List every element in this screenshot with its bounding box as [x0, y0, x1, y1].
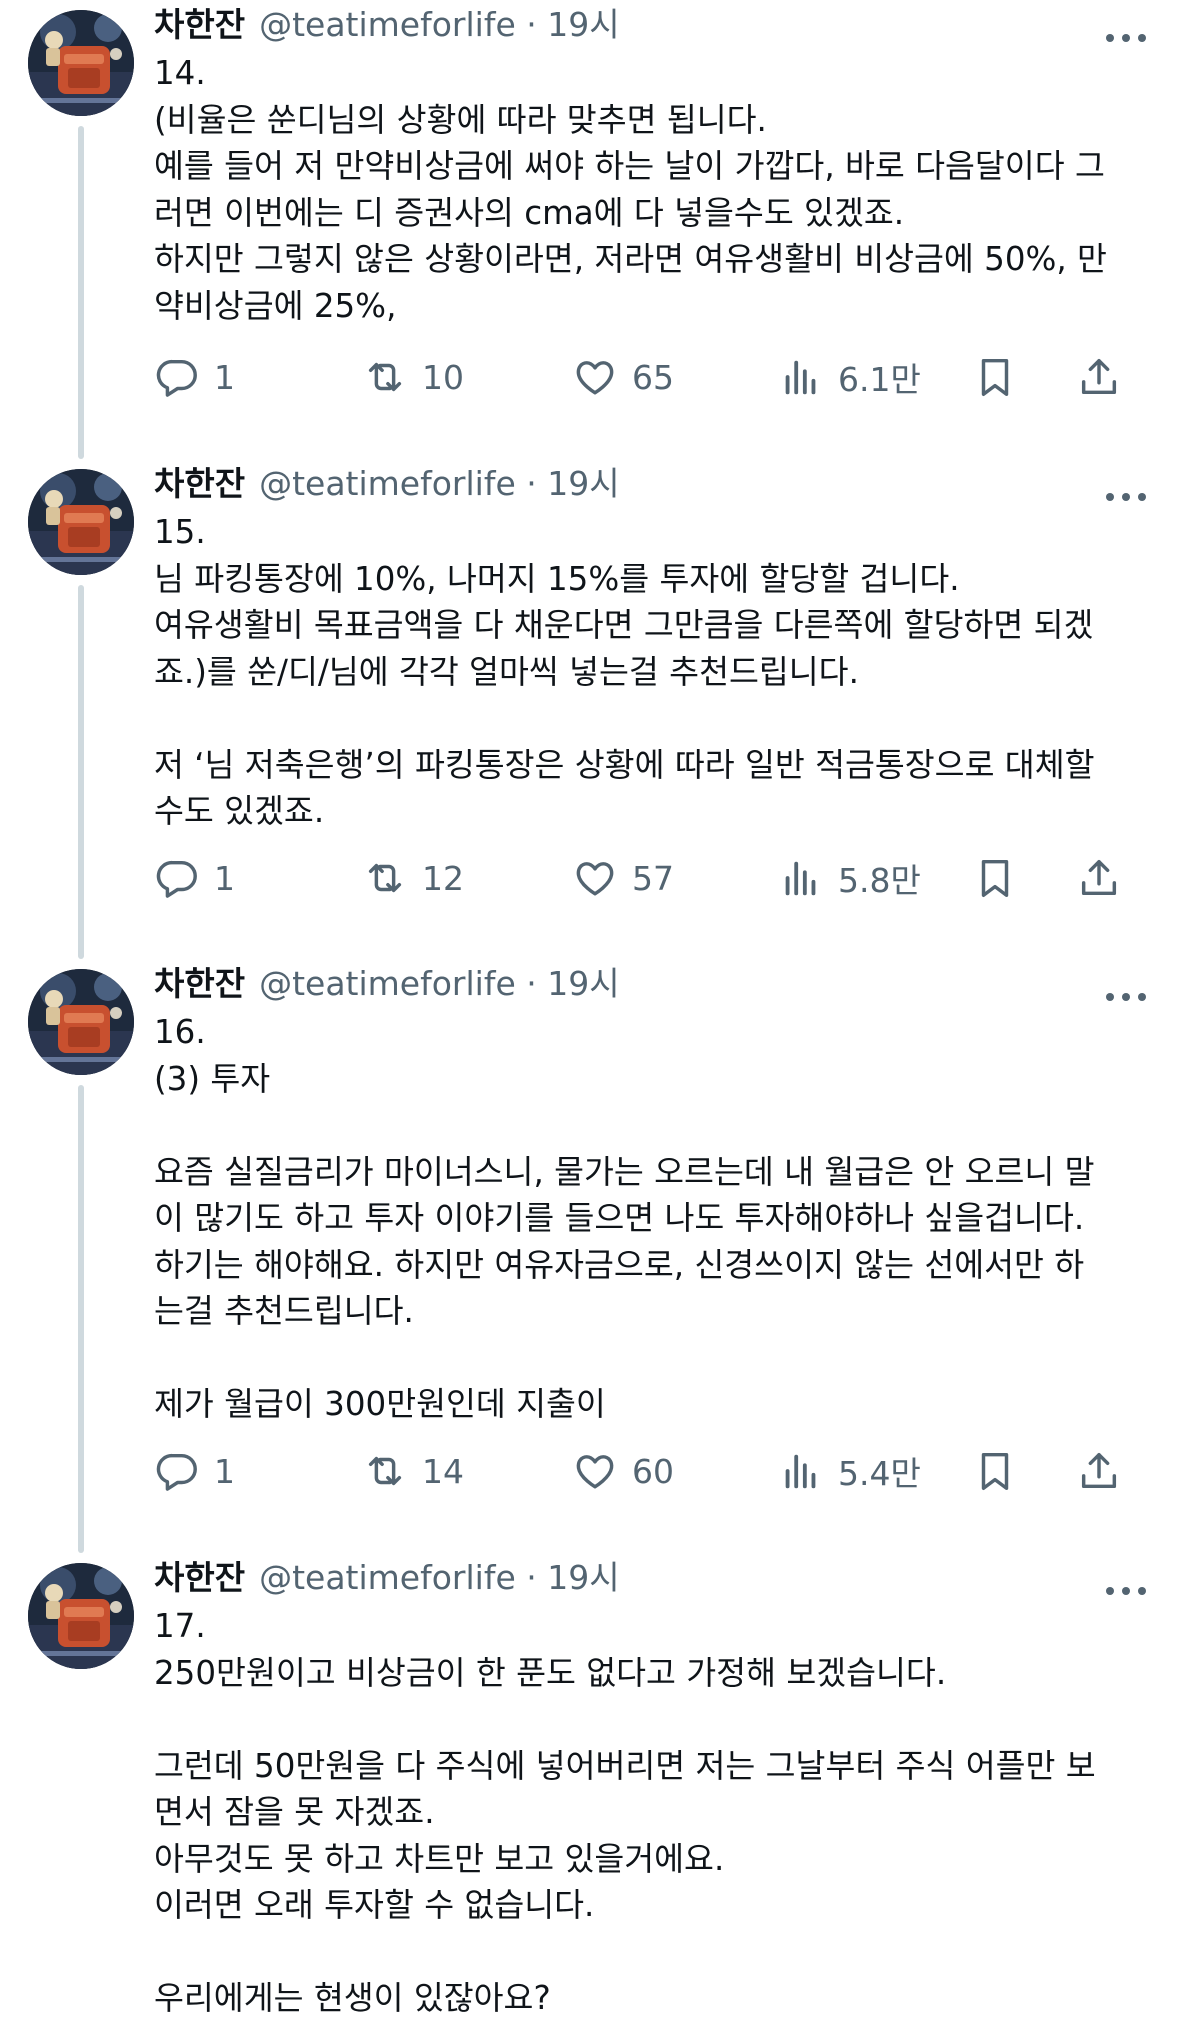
share-button[interactable]	[1076, 850, 1122, 906]
tweet-content: 차한잔 @teatimeforlife · 19시 15. 님 파킹통장에 10%…	[154, 459, 1149, 900]
retweet-icon	[362, 1448, 408, 1494]
share-button[interactable]	[1076, 1443, 1122, 1499]
author-handle[interactable]: @teatimeforlife	[259, 5, 516, 44]
bookmark-icon	[972, 1448, 1018, 1494]
separator-dot: ·	[515, 964, 548, 1003]
author-handle[interactable]: @teatimeforlife	[259, 1558, 516, 1597]
tweet-header: 차한잔 @teatimeforlife · 19시	[154, 1553, 1149, 1603]
author-name[interactable]: 차한잔	[154, 964, 245, 1003]
tweet-text: 16. (3) 투자 요즘 실질금리가 마이너스니, 물가는 오르는데 내 월급…	[154, 1013, 1095, 1423]
separator-dot: ·	[515, 1558, 548, 1597]
retweet-icon	[362, 855, 408, 901]
reply-count: 1	[214, 858, 235, 898]
retweet-button[interactable]: 12	[362, 850, 464, 906]
separator-dot: ·	[515, 464, 548, 503]
avatar[interactable]	[28, 469, 134, 575]
bookmark-icon	[972, 855, 1018, 901]
bookmark-button[interactable]	[972, 349, 1018, 405]
views-button[interactable]: 6.1만	[778, 349, 921, 405]
author-name[interactable]: 차한잔	[154, 1558, 245, 1597]
bookmark-icon	[972, 354, 1018, 400]
reply-button[interactable]: 1	[154, 349, 235, 405]
tweet-header: 차한잔 @teatimeforlife · 19시	[154, 959, 1149, 1009]
retweet-button[interactable]: 14	[362, 1443, 464, 1499]
share-icon	[1076, 354, 1122, 400]
reply-count: 1	[214, 357, 235, 397]
share-icon	[1076, 1448, 1122, 1494]
tweet[interactable]: 차한잔 @teatimeforlife · 19시 17. 250만원이고 비상금…	[0, 1553, 1179, 2018]
timestamp[interactable]: 19시	[547, 964, 619, 1003]
views-icon	[778, 354, 824, 400]
tweet-content: 차한잔 @teatimeforlife · 19시 17. 250만원이고 비상금…	[154, 1553, 1149, 2022]
tweet-header: 차한잔 @teatimeforlife · 19시	[154, 0, 1149, 50]
author-name[interactable]: 차한잔	[154, 5, 245, 44]
more-icon[interactable]	[1103, 973, 1149, 997]
reply-count: 1	[214, 1451, 235, 1491]
more-icon[interactable]	[1103, 1567, 1149, 1591]
tweet-content: 차한잔 @teatimeforlife · 19시 16. (3) 투자 요즘 실…	[154, 959, 1149, 1493]
bookmark-button[interactable]	[972, 1443, 1018, 1499]
share-button[interactable]	[1076, 349, 1122, 405]
tweet-actions: 1 10 65 6.1만	[154, 349, 1149, 405]
reply-icon	[154, 1448, 200, 1494]
thread-line	[78, 585, 84, 959]
like-count: 57	[632, 858, 674, 898]
reply-icon	[154, 855, 200, 901]
author-handle[interactable]: @teatimeforlife	[259, 464, 516, 503]
avatar[interactable]	[28, 10, 134, 116]
retweet-count: 10	[422, 357, 464, 397]
tweet-actions: 1 12 57 5.8만	[154, 850, 1149, 906]
avatar[interactable]	[28, 969, 134, 1075]
tweet-actions: 1 14 60 5.4만	[154, 1443, 1149, 1499]
tweet-text: 17. 250만원이고 비상금이 한 푼도 없다고 가정해 보겠습니다. 그런데…	[154, 1607, 1096, 2017]
tweet-text: 15. 님 파킹통장에 10%, 나머지 15%를 투자에 할당할 겁니다. 여…	[154, 513, 1095, 830]
share-icon	[1076, 855, 1122, 901]
avatar[interactable]	[28, 1563, 134, 1669]
views-count: 6.1만	[838, 360, 921, 399]
views-icon	[778, 1448, 824, 1494]
views-count: 5.4만	[838, 1454, 921, 1493]
tweet-header: 차한잔 @teatimeforlife · 19시	[154, 459, 1149, 509]
thread-line	[78, 126, 84, 459]
timestamp[interactable]: 19시	[547, 1558, 619, 1597]
author-name[interactable]: 차한잔	[154, 464, 245, 503]
like-button[interactable]: 60	[572, 1443, 674, 1499]
timestamp[interactable]: 19시	[547, 5, 619, 44]
like-icon	[572, 1448, 618, 1494]
like-icon	[572, 855, 618, 901]
like-count: 60	[632, 1451, 674, 1491]
retweet-count: 12	[422, 858, 464, 898]
like-button[interactable]: 65	[572, 349, 674, 405]
more-icon[interactable]	[1103, 14, 1149, 38]
like-button[interactable]: 57	[572, 850, 674, 906]
views-count: 5.8만	[838, 861, 921, 900]
bookmark-button[interactable]	[972, 850, 1018, 906]
views-icon	[778, 855, 824, 901]
timestamp[interactable]: 19시	[547, 464, 619, 503]
author-handle[interactable]: @teatimeforlife	[259, 964, 516, 1003]
reply-button[interactable]: 1	[154, 1443, 235, 1499]
reply-button[interactable]: 1	[154, 850, 235, 906]
reply-icon	[154, 354, 200, 400]
tweet-content: 차한잔 @teatimeforlife · 19시 14. (비율은 쑨디님의 상…	[154, 0, 1149, 399]
retweet-button[interactable]: 10	[362, 349, 464, 405]
tweet-text: 14. (비율은 쑨디님의 상황에 따라 맞추면 됩니다. 예를 들어 저 만약…	[154, 54, 1107, 325]
tweet[interactable]: 차한잔 @teatimeforlife · 19시 16. (3) 투자 요즘 실…	[0, 959, 1179, 1553]
tweet[interactable]: 차한잔 @teatimeforlife · 19시 15. 님 파킹통장에 10%…	[0, 459, 1179, 959]
more-icon[interactable]	[1103, 473, 1149, 497]
thread-line	[78, 1085, 84, 1553]
views-button[interactable]: 5.8만	[778, 850, 921, 906]
retweet-count: 14	[422, 1451, 464, 1491]
views-button[interactable]: 5.4만	[778, 1443, 921, 1499]
separator-dot: ·	[515, 5, 548, 44]
retweet-icon	[362, 354, 408, 400]
like-count: 65	[632, 357, 674, 397]
like-icon	[572, 354, 618, 400]
tweet[interactable]: 차한잔 @teatimeforlife · 19시 14. (비율은 쑨디님의 상…	[0, 0, 1179, 459]
